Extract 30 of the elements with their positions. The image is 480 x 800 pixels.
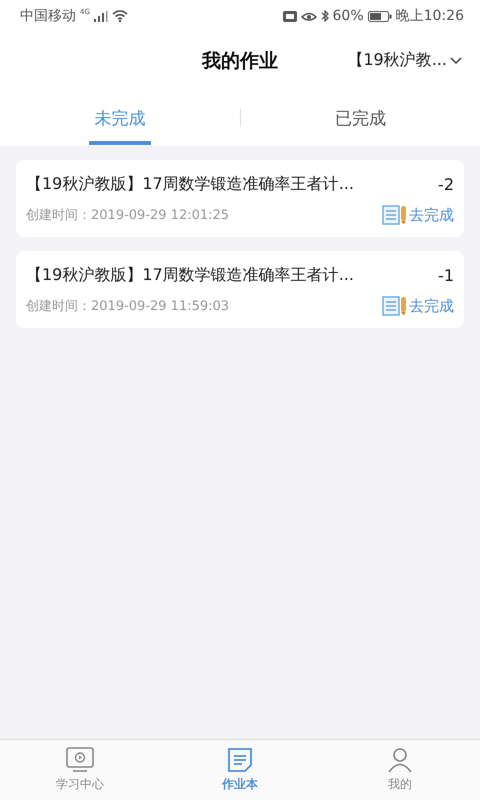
nav-tab[interactable]: 作业本: [160, 740, 320, 800]
nav-tab[interactable]: 学习中心: [0, 740, 160, 800]
clock: 晚上10:26: [396, 7, 464, 25]
wifi-icon: [112, 10, 128, 22]
notebook-pencil-icon: [382, 296, 408, 316]
tab[interactable]: 已完成: [240, 90, 480, 146]
assignment-title: 【19秋沪教版】17周数学锻造准确率王者计...: [26, 265, 354, 286]
nav-tab[interactable]: 我的: [320, 740, 480, 800]
battery-percent: 60%: [332, 8, 364, 24]
created-time: 创建时间：2019-09-29 11:59:03: [26, 298, 230, 315]
notebook-pencil-icon: [382, 205, 408, 225]
assignment-card[interactable]: 【19秋沪教版】17周数学锻造准确率王者计... -1 创建时间：2019-09-29 11:59:03 去完成: [16, 251, 464, 328]
bluetooth-icon: [320, 10, 329, 22]
complete-button[interactable]: 去完成: [382, 296, 454, 316]
carrier-name: 中国移动: [20, 7, 76, 25]
monitor-play-icon: [65, 747, 95, 773]
document-icon: [225, 747, 255, 773]
assignment-count: -2: [438, 175, 454, 194]
hd-icon: [282, 10, 297, 22]
created-time: 创建时间：2019-09-29 12:01:25: [26, 207, 230, 224]
assignment-title: 【19秋沪教版】17周数学锻造准确率王者计...: [26, 174, 354, 195]
eye-icon: [300, 10, 317, 22]
complete-button[interactable]: 去完成: [382, 205, 454, 225]
assignment-count: -1: [438, 266, 454, 285]
battery-icon: [368, 10, 392, 22]
signal-icon: [94, 10, 108, 22]
page-title: 我的作业: [202, 49, 278, 74]
class-selector[interactable]: 【19秋沪教...: [347, 50, 462, 71]
chevron-down-icon: [450, 56, 462, 64]
assignment-card[interactable]: 【19秋沪教版】17周数学锻造准确率王者计... -2 创建时间：2019-09-29 12:01:25 去完成: [16, 160, 464, 237]
